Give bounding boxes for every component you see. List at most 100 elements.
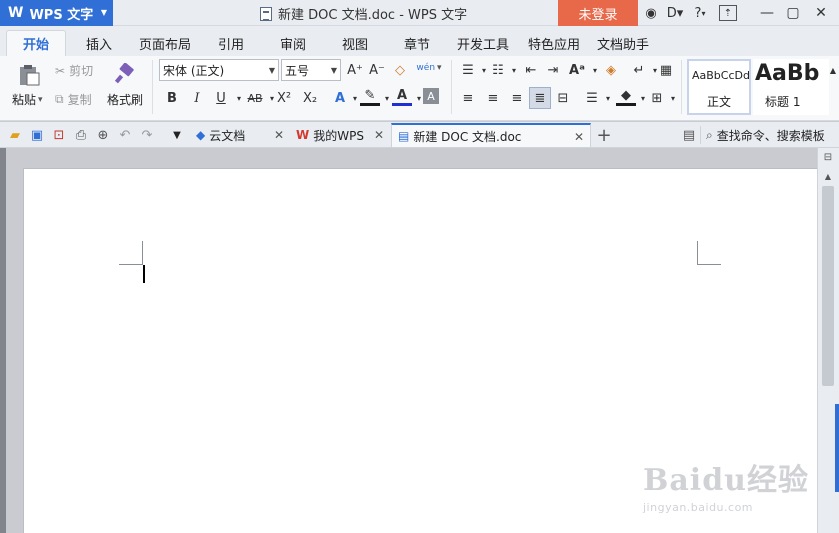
justify-icon[interactable]: ≣: [529, 87, 551, 109]
style-heading-1[interactable]: AaBb 标题 1: [753, 59, 829, 115]
ribbon-tab-bar: 开始 插入 页面布局 引用 审阅 视图 章节 开发工具 特色应用 文档助手: [0, 26, 839, 56]
paste-label: 粘贴: [12, 93, 37, 107]
italic-button[interactable]: I: [187, 88, 207, 108]
bold-button[interactable]: B: [162, 88, 182, 108]
chevron-down-icon: ▼: [268, 66, 275, 75]
style-preview: AaBbCcDd: [692, 69, 750, 82]
align-center-icon[interactable]: ≡: [483, 88, 503, 108]
decrease-indent-icon[interactable]: ⇤: [521, 60, 541, 80]
undo-icon[interactable]: ↶: [116, 126, 134, 144]
style-name: 标题 1: [765, 95, 801, 109]
search-placeholder: 查找命令、搜索模板: [716, 128, 825, 143]
side-panel-edge[interactable]: [835, 404, 839, 492]
superscript-button[interactable]: X²: [274, 88, 294, 108]
login-button[interactable]: 未登录: [558, 0, 638, 26]
align-right-icon[interactable]: ≡: [507, 88, 527, 108]
customize-toolbar-icon[interactable]: ▼: [168, 126, 186, 144]
table-icon[interactable]: ▦: [656, 60, 676, 80]
pinyin-label: wén: [416, 63, 436, 73]
scrollbar-thumb[interactable]: [822, 186, 834, 386]
chevron-down-icon[interactable]: ▾: [598, 88, 618, 108]
fullscreen-button[interactable]: ⇡: [719, 5, 737, 21]
close-icon[interactable]: ✕: [274, 128, 284, 142]
style-normal[interactable]: AaBbCcDd 正文: [687, 59, 751, 115]
tab-my-wps[interactable]: W 我的WPS ✕: [290, 123, 390, 147]
tab-developer[interactable]: 开发工具: [457, 34, 509, 53]
tab-view[interactable]: 视图: [342, 34, 368, 53]
clear-icon[interactable]: ◈: [601, 60, 621, 80]
paste-button[interactable]: 粘贴 ▾: [12, 91, 43, 108]
search-icon: ⌕: [706, 127, 713, 142]
format-painter-button[interactable]: 格式刷: [107, 91, 143, 108]
copy-button[interactable]: ⧉ 复制: [55, 91, 92, 108]
tab-label: 我的WPS: [313, 128, 364, 143]
minimize-button[interactable]: —: [756, 3, 778, 23]
wps-logo-icon: W: [8, 5, 24, 21]
style-preview: AaBb: [755, 61, 820, 86]
tab-page-layout[interactable]: 页面布局: [139, 34, 191, 53]
style-name: 正文: [706, 95, 731, 109]
print-preview-icon[interactable]: ⊕: [94, 126, 112, 144]
document-title: 新建 DOC 文档.doc - WPS 文字: [260, 4, 467, 23]
open-folder-icon[interactable]: ▰: [6, 126, 24, 144]
cloud-icon: ◆: [196, 128, 206, 142]
tab-chapter[interactable]: 章节: [404, 34, 430, 53]
subscript-button[interactable]: X₂: [300, 88, 320, 108]
font-size-select[interactable]: 五号 ▼: [281, 59, 341, 81]
font-name-value: 宋体 (正文): [163, 63, 225, 78]
ribbon-home: 粘贴 ▾ ✂ 剪切 ⧉ 复制 格式刷 宋体 (正文) ▼ 五号 ▼ A⁺ A⁻ ◇ wén…: [0, 56, 839, 121]
help-button[interactable]: ? ▾: [690, 4, 710, 22]
close-icon[interactable]: ✕: [574, 130, 584, 144]
tab-assistant[interactable]: 文档助手: [597, 34, 649, 53]
cut-button[interactable]: ✂ 剪切: [55, 62, 93, 79]
margin-corner-top-right: [697, 241, 721, 265]
tab-review[interactable]: 审阅: [280, 34, 306, 53]
font-name-select[interactable]: 宋体 (正文) ▼: [159, 59, 279, 81]
styles-scroll-up-icon[interactable]: ▲: [828, 60, 838, 80]
margin-corner-top-left: [119, 241, 143, 265]
new-tab-icon[interactable]: +: [595, 125, 613, 146]
tab-cloud-docs[interactable]: ◆ 云文档 ✕: [190, 123, 290, 147]
shrink-font-button[interactable]: A⁻: [367, 60, 387, 80]
underline-button[interactable]: U: [211, 88, 231, 108]
change-case-icon[interactable]: Aᵃ: [567, 60, 587, 80]
split-view-icon[interactable]: ⊟: [821, 151, 835, 163]
tab-references[interactable]: 引用: [218, 34, 244, 53]
document-tab-strip: ▰ ▣ ⊡ ⎙ ⊕ ↶ ↷ ▼ ◆ 云文档 ✕ W 我的WPS ✕ ▤ 新建 D…: [0, 122, 839, 148]
scroll-up-icon[interactable]: ▲: [822, 170, 834, 182]
char-shading-icon[interactable]: A: [423, 88, 439, 104]
wps-logo-icon: W: [296, 128, 310, 142]
document-icon: ▤: [398, 129, 410, 143]
format-painter-icon[interactable]: [113, 62, 137, 86]
redo-icon[interactable]: ↷: [138, 126, 156, 144]
chevron-down-icon[interactable]: ▾: [663, 88, 683, 108]
paste-icon[interactable]: [14, 62, 44, 88]
tab-special[interactable]: 特色应用: [528, 34, 580, 53]
pinyin-guide-button[interactable]: wén ▾: [415, 58, 443, 78]
tab-new-doc[interactable]: ▤ 新建 DOC 文档.doc ✕: [391, 123, 591, 147]
feedback-icon[interactable]: D▾: [664, 4, 686, 22]
app-name: WPS 文字: [29, 7, 94, 23]
close-icon[interactable]: ✕: [374, 128, 384, 142]
increase-indent-icon[interactable]: ⇥: [543, 60, 563, 80]
ribbon-separator: [681, 60, 682, 114]
close-button[interactable]: ✕: [810, 3, 832, 23]
chevron-down-icon: ▼: [100, 8, 107, 17]
tab-insert[interactable]: 插入: [86, 34, 112, 53]
skin-icon[interactable]: ◉: [642, 4, 660, 22]
print-icon[interactable]: ⎙: [72, 126, 90, 144]
maximize-button[interactable]: ▢: [782, 3, 804, 23]
grow-font-button[interactable]: A⁺: [345, 60, 365, 80]
ribbon-separator: [451, 60, 452, 114]
tab-label: 新建 DOC 文档.doc: [413, 129, 522, 144]
tab-home[interactable]: 开始: [6, 30, 66, 56]
tab-list-icon[interactable]: ▤: [680, 126, 698, 144]
command-search[interactable]: ⌕ 查找命令、搜索模板: [704, 123, 839, 147]
app-menu-button[interactable]: W WPS 文字 ▼: [0, 0, 113, 26]
distributed-icon[interactable]: ⊟: [553, 88, 573, 108]
watermark-url: jingyan.baidu.com: [643, 501, 754, 514]
clear-format-icon[interactable]: ◇: [390, 60, 410, 80]
align-left-icon[interactable]: ≡: [458, 88, 478, 108]
export-pdf-icon[interactable]: ⊡: [50, 126, 68, 144]
save-icon[interactable]: ▣: [28, 126, 46, 144]
